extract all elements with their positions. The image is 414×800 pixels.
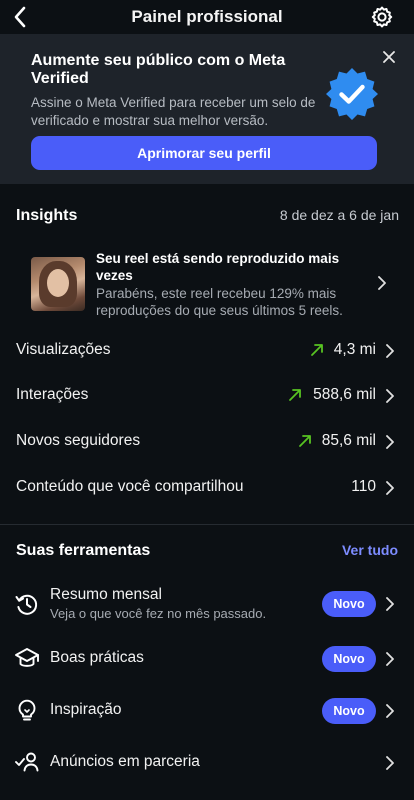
close-icon <box>383 51 395 63</box>
tool-row-inspiration[interactable]: Inspiração Novo <box>0 684 414 736</box>
tool-row-monthly-recap[interactable]: Resumo mensal Veja o que você fez no mês… <box>0 578 414 630</box>
metric-row-interactions[interactable]: Interações 588,6 mil <box>0 374 414 418</box>
trend-up-icon <box>289 389 301 401</box>
date-range[interactable]: 8 de dez a 6 de jan <box>280 207 399 223</box>
metric-label: Interações <box>16 386 89 403</box>
banner-title: Aumente seu público com o Meta Verified <box>31 52 286 87</box>
tools-title: Suas ferramentas <box>16 542 151 559</box>
new-badge: Novo <box>322 646 376 672</box>
back-button[interactable] <box>6 3 34 31</box>
improve-profile-button[interactable]: Aprimorar seu perfil <box>31 136 377 170</box>
page-title: Painel profissional <box>131 7 283 26</box>
chevron-right-icon <box>386 652 394 666</box>
metric-label: Visualizações <box>16 341 111 358</box>
metric-row-new-followers[interactable]: Novos seguidores 85,6 mil <box>0 420 414 464</box>
close-banner-button[interactable] <box>378 46 400 68</box>
settings-button[interactable] <box>368 3 396 31</box>
reel-highlight-card[interactable]: Seu reel está sendo reproduzido mais vez… <box>0 248 414 322</box>
chevron-right-icon <box>386 704 394 718</box>
meta-verified-banner: Aumente seu público com o Meta Verified … <box>0 34 414 184</box>
metric-label: Conteúdo que você compartilhou <box>16 478 244 495</box>
tool-label: Boas práticas <box>50 649 144 666</box>
metric-label: Novos seguidores <box>16 432 141 449</box>
chevron-right-icon <box>386 344 394 358</box>
new-badge: Novo <box>322 698 376 724</box>
reel-thumbnail <box>31 257 85 311</box>
chevron-right-icon <box>386 756 394 770</box>
tool-row-best-practices[interactable]: Boas práticas Novo <box>0 632 414 684</box>
chevron-right-icon <box>386 389 394 403</box>
history-icon <box>15 594 38 615</box>
chevron-right-icon <box>386 435 394 449</box>
chevron-right-icon <box>378 276 386 290</box>
metric-row-views[interactable]: Visualizações 4,3 mi <box>0 329 414 373</box>
tool-label: Anúncios em parceria <box>50 753 200 770</box>
gear-icon <box>371 6 393 28</box>
metric-value: 4,3 mi <box>333 341 376 358</box>
insights-title: Insights <box>16 207 78 224</box>
reel-highlight-description: Parabéns, este reel recebeu 129% mais re… <box>96 286 343 318</box>
see-all-link[interactable]: Ver tudo <box>342 542 398 558</box>
section-divider <box>0 524 414 525</box>
tool-row-partner-ads[interactable]: Anúncios em parceria <box>0 736 414 788</box>
chevron-left-icon <box>14 6 26 28</box>
chevron-right-icon <box>386 597 394 611</box>
metric-row-content-shared[interactable]: Conteúdo que você compartilhou 110 <box>0 466 414 510</box>
lightbulb-icon <box>18 699 36 721</box>
verified-badge-icon <box>326 68 378 120</box>
chevron-right-icon <box>386 481 394 495</box>
top-bar: Painel profissional <box>0 0 414 34</box>
banner-description: Assine o Meta Verified para receber um s… <box>31 95 316 128</box>
tool-label: Inspiração <box>50 701 122 718</box>
tool-sublabel: Veja o que você fez no mês passado. <box>50 606 267 621</box>
partner-ads-icon <box>15 752 39 772</box>
graduation-cap-icon <box>15 648 39 667</box>
metric-value: 588,6 mil <box>313 386 376 403</box>
reel-highlight-title: Seu reel está sendo reproduzido mais vez… <box>96 251 340 283</box>
trend-up-icon <box>311 344 323 356</box>
trend-up-icon <box>299 435 311 447</box>
tool-label: Resumo mensal <box>50 586 162 603</box>
new-badge: Novo <box>322 591 376 617</box>
metric-value: 110 <box>351 478 376 495</box>
metric-value: 85,6 mil <box>321 432 376 449</box>
